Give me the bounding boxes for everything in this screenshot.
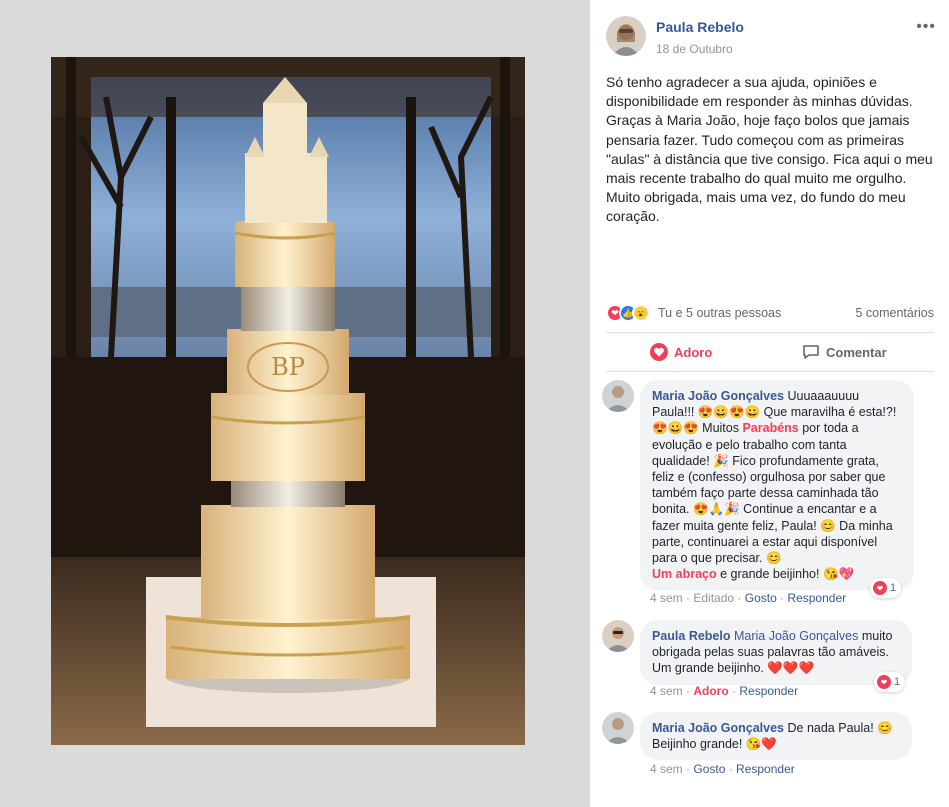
action-bar: Adoro Comentar (606, 332, 934, 372)
comment-icon (802, 343, 820, 361)
comment-time[interactable]: 4 sem (650, 591, 683, 605)
comment-highlight: Parabéns (742, 421, 799, 436)
wow-reaction-icon: 😮 (632, 304, 650, 322)
comment-author[interactable]: Maria João Gonçalves (652, 389, 784, 403)
heart-icon: ❤ (877, 675, 891, 689)
comment-bubble: Paula Rebelo Maria João Gonçalves muito … (640, 620, 912, 685)
commenter-avatar[interactable] (602, 712, 634, 744)
post-side-panel: Paula Rebelo 18 de Outubro ••• Só tenho … (590, 0, 949, 807)
comment-text-part: por toda a evolução e pelo trabalho com … (652, 421, 893, 566)
heart-icon (650, 343, 668, 361)
comments-count[interactable]: 5 comentários (855, 306, 934, 320)
comment-mention[interactable]: Maria João Gonçalves (734, 629, 858, 643)
comment-button-label: Comentar (826, 344, 887, 360)
post-photo[interactable]: BP (51, 57, 525, 745)
comment-meta: 4 sem · Gosto · Responder (650, 762, 795, 776)
commenter-avatar[interactable] (602, 380, 634, 412)
comment-button[interactable]: Comentar (802, 333, 949, 371)
comment-reaction-badge[interactable]: ❤ 1 (870, 578, 902, 598)
comment-reply-link[interactable]: Responder (739, 684, 798, 698)
photo-viewer: BP (0, 0, 590, 807)
heart-icon: ❤ (873, 581, 887, 595)
comment-author[interactable]: Maria João Gonçalves (652, 721, 784, 735)
comment-edited[interactable]: Editado (693, 591, 734, 605)
comment-bubble: Maria João Gonçalves De nada Paula! 😊 Be… (640, 712, 912, 761)
love-button[interactable]: Adoro (650, 333, 712, 371)
comment-like-link[interactable]: Gosto (693, 762, 725, 776)
love-button-label: Adoro (674, 344, 713, 360)
more-options-icon[interactable]: ••• (916, 18, 936, 36)
cake-photo-image: BP (51, 57, 525, 745)
reactions-bar: ❤ 👍 😮 Tu e 5 outras pessoas 5 comentário… (606, 302, 934, 324)
comment-bubble: Maria João Gonçalves Uuuaaauuuu Paula!!!… (640, 380, 914, 591)
comment-text-part: e grande beijinho! 😘💖 (716, 567, 855, 582)
comment-meta: 4 sem · Adoro · Responder (650, 684, 799, 698)
comment-like-link[interactable]: Adoro (693, 684, 728, 698)
reaction-icons[interactable]: ❤ 👍 😮 (606, 304, 650, 322)
post-author-name[interactable]: Paula Rebelo (656, 19, 744, 35)
post-text: Só tenho agradecer a sua ajuda, opiniões… (606, 74, 933, 225)
cake-monogram: BP (271, 353, 305, 381)
post-header: Paula Rebelo 18 de Outubro ••• (606, 16, 936, 56)
comment-meta: 4 sem · Editado · Gosto · Responder (650, 591, 847, 605)
commenter-avatar[interactable] (602, 620, 634, 652)
post-date[interactable]: 18 de Outubro (656, 42, 733, 56)
comment-time[interactable]: 4 sem (650, 684, 683, 698)
comment-reaction-badge[interactable]: ❤ 1 (874, 672, 906, 692)
comment-time[interactable]: 4 sem (650, 762, 683, 776)
comment-author[interactable]: Paula Rebelo (652, 629, 731, 643)
comment-reply-link[interactable]: Responder (787, 591, 846, 605)
reactions-summary[interactable]: Tu e 5 outras pessoas (658, 306, 781, 320)
comment-highlight: Um abraço (652, 567, 717, 582)
comment-like-link[interactable]: Gosto (745, 591, 777, 605)
author-avatar[interactable] (606, 16, 646, 56)
comment-reply-link[interactable]: Responder (736, 762, 795, 776)
